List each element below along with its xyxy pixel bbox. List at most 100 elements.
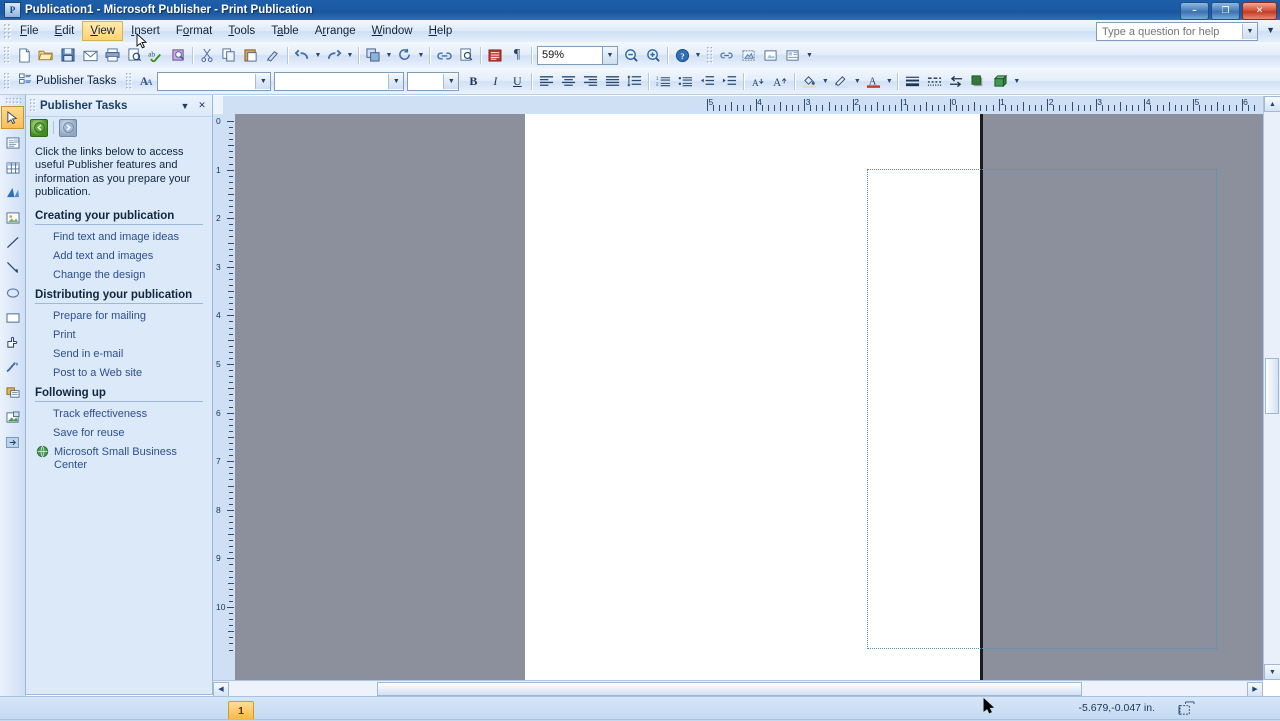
standard-toolbar-grip[interactable]: [3, 46, 10, 64]
task-pane-link-microsoft-small-business-center[interactable]: Microsoft Small Business Center: [35, 443, 203, 475]
task-pane-link-find-text-and-image-ideas[interactable]: Find text and image ideas: [35, 228, 203, 247]
style-dropdown-icon[interactable]: ▼: [255, 73, 271, 89]
increase-font-size-button[interactable]: A: [769, 71, 791, 92]
research-icon[interactable]: [167, 44, 189, 66]
vertical-scrollbar[interactable]: ▲ ▼: [1263, 96, 1280, 680]
menu-file[interactable]: File: [12, 21, 47, 41]
undo-dropdown-icon[interactable]: ▼: [313, 44, 323, 66]
scroll-track-left[interactable]: [229, 681, 377, 697]
arrow-tool[interactable]: [1, 256, 24, 279]
fill-color-dropdown-icon[interactable]: ▼: [820, 70, 830, 92]
task-pane-link-track-effectiveness[interactable]: Track effectiveness: [35, 405, 203, 424]
font-dropdown-icon[interactable]: ▼: [388, 73, 404, 89]
font-color-button[interactable]: A: [862, 71, 884, 92]
line-style-button[interactable]: [901, 71, 923, 92]
chevron-down-icon[interactable]: ▼: [178, 99, 192, 113]
redo-dropdown-icon[interactable]: ▼: [345, 44, 355, 66]
task-pane-link-change-the-design[interactable]: Change the design: [35, 266, 203, 285]
bold-button[interactable]: B: [462, 71, 484, 92]
rotate-dropdown-icon[interactable]: ▼: [416, 44, 426, 66]
email-icon[interactable]: [79, 44, 101, 66]
item-from-content-library-tool[interactable]: [1, 406, 24, 429]
bring-to-front-dropdown-icon[interactable]: ▼: [384, 44, 394, 66]
spelling-icon[interactable]: ab: [145, 44, 167, 66]
publisher-tasks-button[interactable]: Publisher Tasks: [13, 70, 122, 92]
horizontal-ruler[interactable]: 543210123456: [213, 96, 1263, 115]
cut-icon[interactable]: [196, 44, 218, 66]
formatting-toolbar-grip[interactable]: [3, 72, 10, 90]
rectangle-tool[interactable]: [1, 306, 24, 329]
zoom-in-icon[interactable]: [642, 44, 664, 66]
font-size-dropdown-icon[interactable]: ▼: [443, 73, 459, 89]
arrow-style-button[interactable]: [945, 71, 967, 92]
graphics-manager-icon[interactable]: [738, 44, 760, 66]
font-combo[interactable]: ▼: [274, 71, 405, 91]
design-gallery-tool[interactable]: [1, 381, 24, 404]
open-icon[interactable]: [35, 44, 57, 66]
shadow-style-button[interactable]: [967, 71, 989, 92]
styles-and-formatting-icon[interactable]: AA: [135, 70, 157, 92]
help-search-box[interactable]: ▼: [1096, 22, 1258, 41]
menu-view[interactable]: View: [82, 21, 124, 41]
select-objects-tool[interactable]: [1, 106, 24, 129]
close-button[interactable]: ✕: [1242, 2, 1277, 20]
task-pane-link-print[interactable]: Print: [35, 326, 203, 345]
formatting-styles-grip[interactable]: [125, 72, 133, 90]
increase-indent-button[interactable]: [718, 71, 740, 92]
link-icon[interactable]: [716, 44, 738, 66]
special-characters-icon[interactable]: [484, 44, 506, 66]
menu-window[interactable]: Window: [364, 21, 421, 41]
extra-toolbar-grip[interactable]: [706, 46, 713, 64]
standard-toolbar-overflow-icon[interactable]: ▼: [693, 44, 703, 66]
task-pane-link-add-text-and-images[interactable]: Add text and images: [35, 247, 203, 266]
content-library-icon[interactable]: [782, 44, 804, 66]
align-left-button[interactable]: [535, 71, 557, 92]
scroll-up-button[interactable]: ▲: [1264, 96, 1280, 112]
justify-button[interactable]: [601, 71, 623, 92]
oval-tool[interactable]: [1, 281, 24, 304]
close-icon[interactable]: ✕: [195, 99, 209, 113]
menu-table[interactable]: Table: [263, 21, 307, 41]
scroll-right-button[interactable]: ▶: [1247, 681, 1263, 697]
scroll-track-right[interactable]: [1082, 681, 1247, 697]
zoom-dropdown-icon[interactable]: ▼: [603, 45, 618, 65]
dash-style-button[interactable]: [923, 71, 945, 92]
align-center-button[interactable]: [557, 71, 579, 92]
font-size-combo[interactable]: ▼: [407, 71, 460, 91]
insert-table-tool[interactable]: [1, 156, 24, 179]
menu-format[interactable]: Format: [168, 21, 220, 41]
bulleted-list-button[interactable]: [674, 71, 696, 92]
zoom-out-icon[interactable]: [620, 44, 642, 66]
scroll-left-button[interactable]: ◀: [213, 681, 229, 697]
horizontal-scrollbar[interactable]: ◀ ▶: [213, 680, 1263, 697]
new-publication-icon[interactable]: [13, 44, 35, 66]
formatting-toolbar-overflow-icon[interactable]: ▼: [1011, 70, 1022, 92]
picture-frame-tool[interactable]: [1, 206, 24, 229]
minimize-button[interactable]: –: [1180, 2, 1209, 20]
line-spacing-button[interactable]: [623, 71, 645, 92]
redo-icon[interactable]: [323, 44, 345, 66]
task-pane-forward-button[interactable]: [59, 118, 77, 137]
wordart-tool[interactable]: [1, 181, 24, 204]
help-search-input[interactable]: [1100, 23, 1242, 40]
copy-icon[interactable]: [218, 44, 240, 66]
menu-tools[interactable]: Tools: [220, 21, 263, 41]
menu-arrange[interactable]: Arrange: [307, 21, 364, 41]
text-box-tool[interactable]: [1, 131, 24, 154]
line-color-button[interactable]: [830, 71, 852, 92]
line-tool[interactable]: [1, 231, 24, 254]
menu-edit[interactable]: Edit: [47, 21, 83, 41]
bring-to-front-icon[interactable]: [362, 44, 384, 66]
objects-toolbar-grip[interactable]: [4, 97, 21, 104]
fill-color-button[interactable]: [798, 71, 820, 92]
align-right-button[interactable]: [579, 71, 601, 92]
task-pane-link-post-to-a-web-site[interactable]: Post to a Web site: [35, 364, 203, 383]
numbered-list-button[interactable]: 12: [652, 71, 674, 92]
paste-icon[interactable]: [240, 44, 262, 66]
decrease-font-size-button[interactable]: A: [747, 71, 769, 92]
restore-button[interactable]: ❐: [1211, 2, 1240, 20]
task-pane-grip[interactable]: [29, 98, 36, 113]
chevron-down-icon[interactable]: ▼: [1242, 24, 1257, 39]
object-size-icon[interactable]: [1177, 700, 1195, 716]
zoom-input[interactable]: 59%: [537, 45, 603, 65]
